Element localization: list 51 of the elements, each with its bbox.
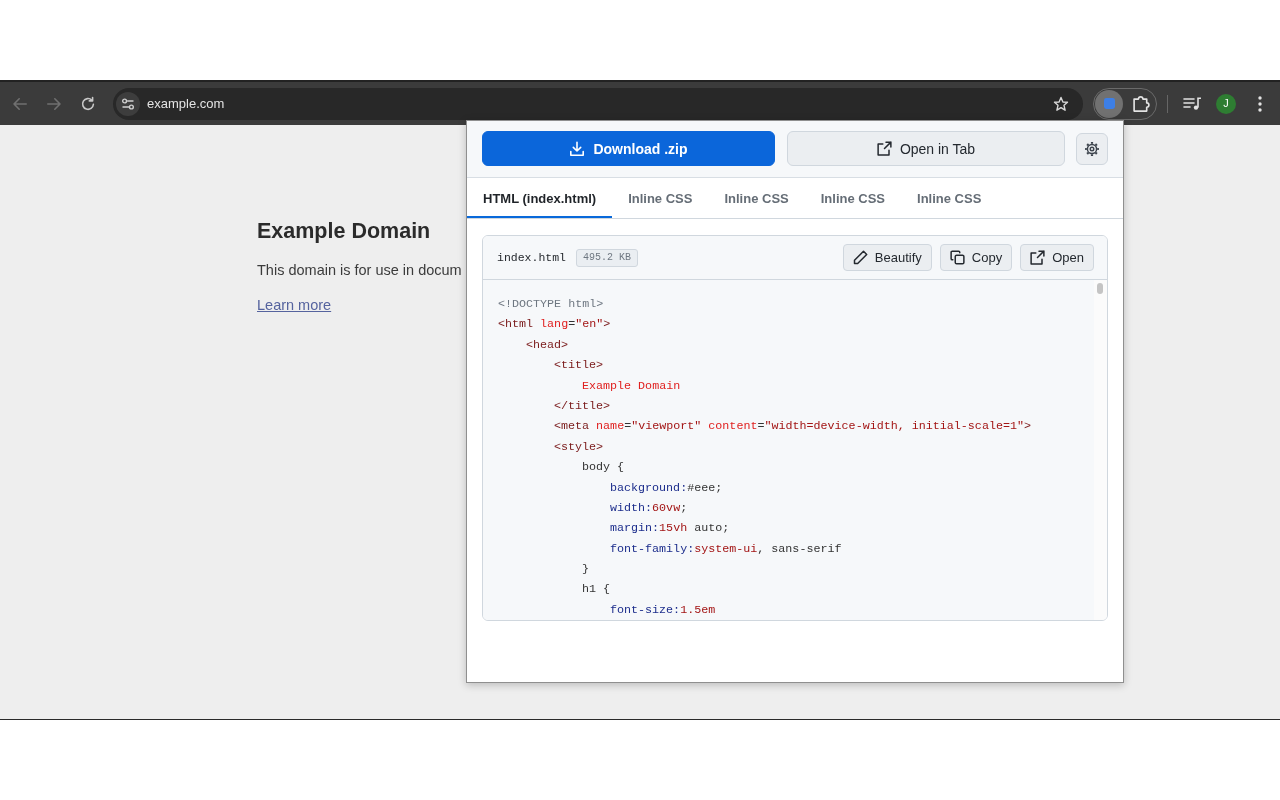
copy-button[interactable]: Copy bbox=[939, 244, 1013, 271]
code-line: <!DOCTYPE html> bbox=[498, 296, 604, 313]
learn-more-link[interactable]: Learn more bbox=[257, 296, 332, 314]
code-line: width:60vw; bbox=[610, 499, 688, 517]
extension-button[interactable] bbox=[1095, 89, 1123, 118]
tab[interactable]: Inline CSS bbox=[804, 178, 902, 218]
tune-icon[interactable] bbox=[116, 91, 140, 116]
download-button[interactable]: Download .zip bbox=[482, 131, 775, 166]
pencil-icon bbox=[852, 250, 868, 265]
code-line: </title> bbox=[554, 397, 611, 415]
code-line: } bbox=[582, 561, 589, 579]
tab[interactable]: Inline CSS bbox=[612, 178, 709, 218]
code-line: <style> bbox=[554, 438, 604, 456]
reload-icon[interactable] bbox=[80, 95, 96, 112]
open-button[interactable]: Open bbox=[1020, 244, 1094, 271]
beautify-button[interactable]: Beautify bbox=[842, 244, 932, 271]
code-line: <head> bbox=[526, 336, 569, 354]
open-in-tab-button[interactable]: Open in Tab bbox=[787, 131, 1065, 166]
scrollbar-track[interactable] bbox=[1094, 280, 1107, 620]
gear-icon bbox=[1084, 140, 1100, 157]
more-menu-icon[interactable] bbox=[1258, 95, 1262, 112]
address-bar[interactable]: example.com bbox=[113, 87, 1083, 120]
file-name: index.html bbox=[497, 251, 566, 264]
code-line: margin:15vh auto; bbox=[610, 520, 730, 538]
page-heading: Example Domain bbox=[257, 218, 431, 244]
code-line: <title> bbox=[554, 357, 604, 375]
file-size-badge: 495.2 KB bbox=[576, 248, 639, 267]
download-icon bbox=[569, 140, 586, 157]
playlist-icon[interactable] bbox=[1183, 96, 1201, 111]
square-icon bbox=[1103, 98, 1115, 109]
scrollbar-thumb[interactable] bbox=[1097, 283, 1103, 294]
profile-avatar[interactable]: J bbox=[1216, 93, 1236, 114]
code-line: body { bbox=[582, 459, 625, 477]
tab[interactable]: HTML (index.html) bbox=[467, 178, 613, 218]
code-line: font-family:system-ui, sans-serif bbox=[610, 540, 842, 558]
tab[interactable]: Inline CSS bbox=[901, 178, 998, 218]
puzzle-icon[interactable] bbox=[1133, 95, 1150, 112]
code-line: Example Domain bbox=[582, 377, 681, 395]
star-icon[interactable] bbox=[1053, 95, 1069, 112]
copy-icon bbox=[949, 250, 965, 265]
code-line: font-size:1.5em bbox=[610, 601, 716, 619]
settings-button[interactable] bbox=[1076, 132, 1108, 165]
external-link-icon bbox=[1030, 250, 1046, 265]
url-text: example.com bbox=[147, 96, 225, 111]
code-line: h1 { bbox=[582, 581, 611, 599]
code-line: <meta name="viewport" content="width=device-width, initial-scale=1"> bbox=[554, 418, 1031, 436]
tab[interactable]: Inline CSS bbox=[708, 178, 805, 218]
external-link-icon bbox=[876, 141, 892, 156]
page-paragraph: This domain is for use in docum bbox=[257, 261, 462, 279]
code-line: <html lang="en"> bbox=[498, 316, 611, 334]
code-line: background:#eee; bbox=[610, 479, 723, 497]
